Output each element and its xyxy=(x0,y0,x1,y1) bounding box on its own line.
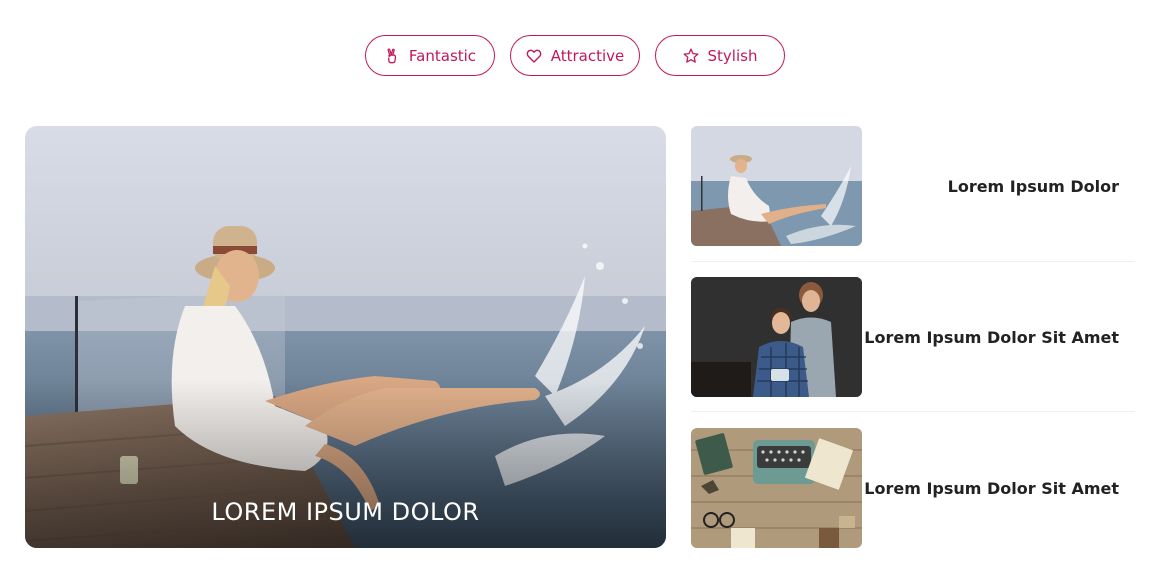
divider xyxy=(691,411,1135,412)
peace-hand-icon xyxy=(384,48,400,64)
post-title: Lorem Ipsum Dolor Sit Amet xyxy=(864,327,1119,347)
star-icon xyxy=(683,48,699,64)
tab-attractive[interactable]: Attractive xyxy=(510,35,640,76)
post-thumbnail xyxy=(691,428,862,548)
featured-caption: LOREM IPSUM DOLOR xyxy=(211,498,480,526)
list-item[interactable]: Lorem Ipsum Dolor Sit Amet xyxy=(691,277,1135,397)
tab-attractive-label: Attractive xyxy=(550,46,625,65)
tab-fantastic-label: Fantastic xyxy=(408,46,477,65)
featured-post[interactable]: LOREM IPSUM DOLOR xyxy=(25,126,666,548)
tab-fantastic[interactable]: Fantastic xyxy=(365,35,495,76)
list-item[interactable]: Lorem Ipsum Dolor xyxy=(691,126,1135,246)
heart-icon xyxy=(526,48,542,64)
featured-image xyxy=(25,126,666,548)
post-title: Lorem Ipsum Dolor xyxy=(947,176,1119,196)
filter-tabs: Fantastic Attractive Stylish xyxy=(0,35,1150,76)
divider xyxy=(691,261,1135,262)
post-thumbnail xyxy=(691,126,862,246)
post-thumbnail xyxy=(691,277,862,397)
tab-stylish[interactable]: Stylish xyxy=(655,35,785,76)
tab-stylish-label: Stylish xyxy=(707,46,758,65)
post-title: Lorem Ipsum Dolor Sit Amet xyxy=(864,478,1119,498)
list-item[interactable]: Lorem Ipsum Dolor Sit Amet xyxy=(691,428,1135,548)
